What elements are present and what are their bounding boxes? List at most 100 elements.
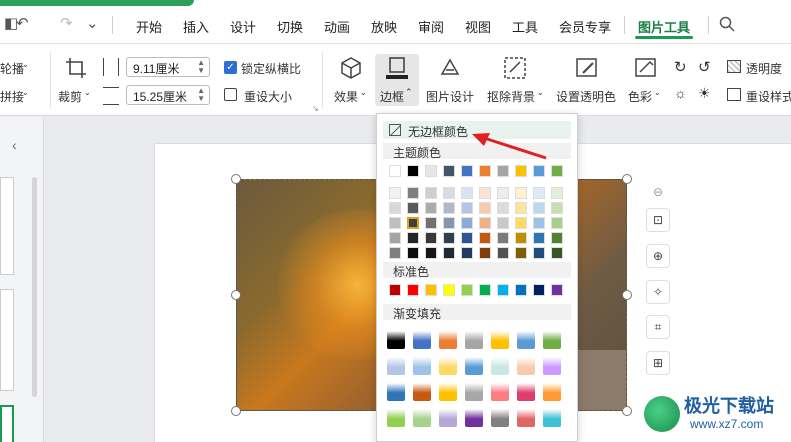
search-icon[interactable]	[719, 16, 735, 32]
stitch-button[interactable]: 拼接	[0, 88, 24, 105]
picture-design-icon[interactable]	[438, 56, 462, 80]
theme-shade-swatch[interactable]	[515, 232, 527, 244]
reset-style-button[interactable]: 重设样式	[746, 88, 791, 105]
theme-shade-swatch[interactable]	[479, 247, 491, 259]
menu-slideshow[interactable]: 放映	[371, 17, 397, 36]
collapse-panel-icon[interactable]: ‹	[12, 137, 17, 153]
dialog-launcher-icon[interactable]: ↘	[312, 104, 319, 113]
theme-shade-swatch[interactable]	[515, 187, 527, 199]
theme-shade-swatch[interactable]	[479, 217, 491, 229]
theme-shade-swatch[interactable]	[497, 232, 509, 244]
resize-handle[interactable]	[231, 290, 241, 300]
standard-color-swatch[interactable]	[551, 284, 563, 296]
theme-shade-swatch[interactable]	[461, 247, 473, 259]
standard-color-swatch[interactable]	[497, 284, 509, 296]
slide-thumbnail[interactable]	[0, 177, 14, 275]
theme-color-swatch[interactable]	[533, 165, 545, 177]
rotate-right-icon[interactable]: ↻	[674, 58, 687, 76]
standard-color-swatch[interactable]	[389, 284, 401, 296]
reset-size-button[interactable]: 重设大小	[244, 88, 292, 105]
gradient-swatch[interactable]	[465, 383, 483, 401]
theme-shade-swatch[interactable]	[443, 187, 455, 199]
menu-review[interactable]: 审阅	[418, 17, 444, 36]
theme-shade-swatch[interactable]	[479, 187, 491, 199]
redo-icon[interactable]: ↷	[60, 14, 73, 32]
gradient-swatch[interactable]	[465, 357, 483, 375]
theme-shade-swatch[interactable]	[389, 202, 401, 214]
gradient-swatch[interactable]	[517, 409, 535, 427]
theme-shade-swatch[interactable]	[425, 232, 437, 244]
gradient-swatch[interactable]	[413, 357, 431, 375]
theme-shade-swatch[interactable]	[443, 202, 455, 214]
menu-member[interactable]: 会员专享	[559, 17, 611, 36]
theme-shade-swatch[interactable]	[533, 217, 545, 229]
color-icon[interactable]	[634, 56, 658, 80]
theme-shade-swatch[interactable]	[425, 187, 437, 199]
spinner-arrows-icon[interactable]: ▲ ▼	[197, 87, 205, 103]
theme-shade-swatch[interactable]	[515, 202, 527, 214]
theme-shade-swatch[interactable]	[497, 202, 509, 214]
theme-shade-swatch[interactable]	[389, 232, 401, 244]
remove-background-icon[interactable]	[503, 56, 527, 80]
panel-scrollbar[interactable]	[32, 177, 37, 397]
theme-shade-swatch[interactable]	[497, 217, 509, 229]
height-input[interactable]: 15.25厘米 ▲ ▼	[126, 85, 210, 105]
scan-icon[interactable]: ⌗	[646, 315, 670, 339]
theme-shade-swatch[interactable]	[479, 232, 491, 244]
menu-animation[interactable]: 动画	[324, 17, 350, 36]
gradient-swatch[interactable]	[465, 409, 483, 427]
resize-handle[interactable]	[622, 406, 632, 416]
menu-picture-tools[interactable]: 图片工具	[638, 17, 690, 36]
zoom-in-icon[interactable]: ⊕	[646, 244, 670, 268]
theme-shade-swatch[interactable]	[479, 202, 491, 214]
theme-shade-swatch[interactable]	[443, 232, 455, 244]
theme-shade-swatch[interactable]	[551, 202, 563, 214]
theme-shade-swatch[interactable]	[533, 202, 545, 214]
standard-color-swatch[interactable]	[533, 284, 545, 296]
theme-shade-swatch[interactable]	[407, 247, 419, 259]
gradient-swatch[interactable]	[491, 409, 509, 427]
remove-background-button[interactable]: 抠除背景	[487, 88, 535, 105]
gradient-swatch[interactable]	[543, 357, 561, 375]
theme-shade-swatch[interactable]	[497, 187, 509, 199]
theme-shade-swatch[interactable]	[389, 247, 401, 259]
theme-shade-swatch[interactable]	[425, 202, 437, 214]
spinner-arrows-icon[interactable]: ▲ ▼	[197, 59, 205, 75]
gradient-swatch[interactable]	[387, 409, 405, 427]
menu-insert[interactable]: 插入	[183, 17, 209, 36]
standard-color-swatch[interactable]	[461, 284, 473, 296]
theme-color-swatch[interactable]	[389, 165, 401, 177]
menu-home[interactable]: 开始	[136, 17, 162, 36]
gradient-swatch[interactable]	[413, 331, 431, 349]
undo-icon[interactable]: ↶	[16, 14, 29, 32]
contrast-icon[interactable]: ☀	[698, 85, 711, 102]
theme-shade-swatch[interactable]	[443, 217, 455, 229]
color-button[interactable]: 色彩	[628, 88, 652, 105]
standard-color-swatch[interactable]	[515, 284, 527, 296]
menu-view[interactable]: 视图	[465, 17, 491, 36]
standard-color-swatch[interactable]	[425, 284, 437, 296]
gradient-swatch[interactable]	[517, 357, 535, 375]
gradient-swatch[interactable]	[465, 331, 483, 349]
picture-frame-icon[interactable]: ⊞	[646, 351, 670, 375]
gradient-swatch[interactable]	[439, 409, 457, 427]
theme-shade-swatch[interactable]	[407, 187, 419, 199]
theme-shade-swatch[interactable]	[515, 247, 527, 259]
theme-shade-swatch[interactable]	[461, 187, 473, 199]
gradient-swatch[interactable]	[543, 409, 561, 427]
crop-icon[interactable]	[64, 56, 88, 80]
theme-color-swatch[interactable]	[551, 165, 563, 177]
gradient-swatch[interactable]	[543, 331, 561, 349]
theme-color-swatch[interactable]	[479, 165, 491, 177]
gradient-swatch[interactable]	[413, 383, 431, 401]
theme-shade-swatch[interactable]	[425, 247, 437, 259]
gradient-swatch[interactable]	[387, 331, 405, 349]
width-input[interactable]: 9.11厘米 ▲ ▼	[126, 57, 210, 77]
crop-button[interactable]: 裁剪	[58, 88, 82, 105]
theme-color-swatch[interactable]	[443, 165, 455, 177]
theme-shade-swatch[interactable]	[551, 217, 563, 229]
zoom-out-icon[interactable]: ⊖	[646, 181, 670, 205]
crop-tool-icon[interactable]: ⊡	[646, 208, 670, 232]
theme-shade-swatch[interactable]	[389, 187, 401, 199]
theme-shade-swatch[interactable]	[461, 217, 473, 229]
